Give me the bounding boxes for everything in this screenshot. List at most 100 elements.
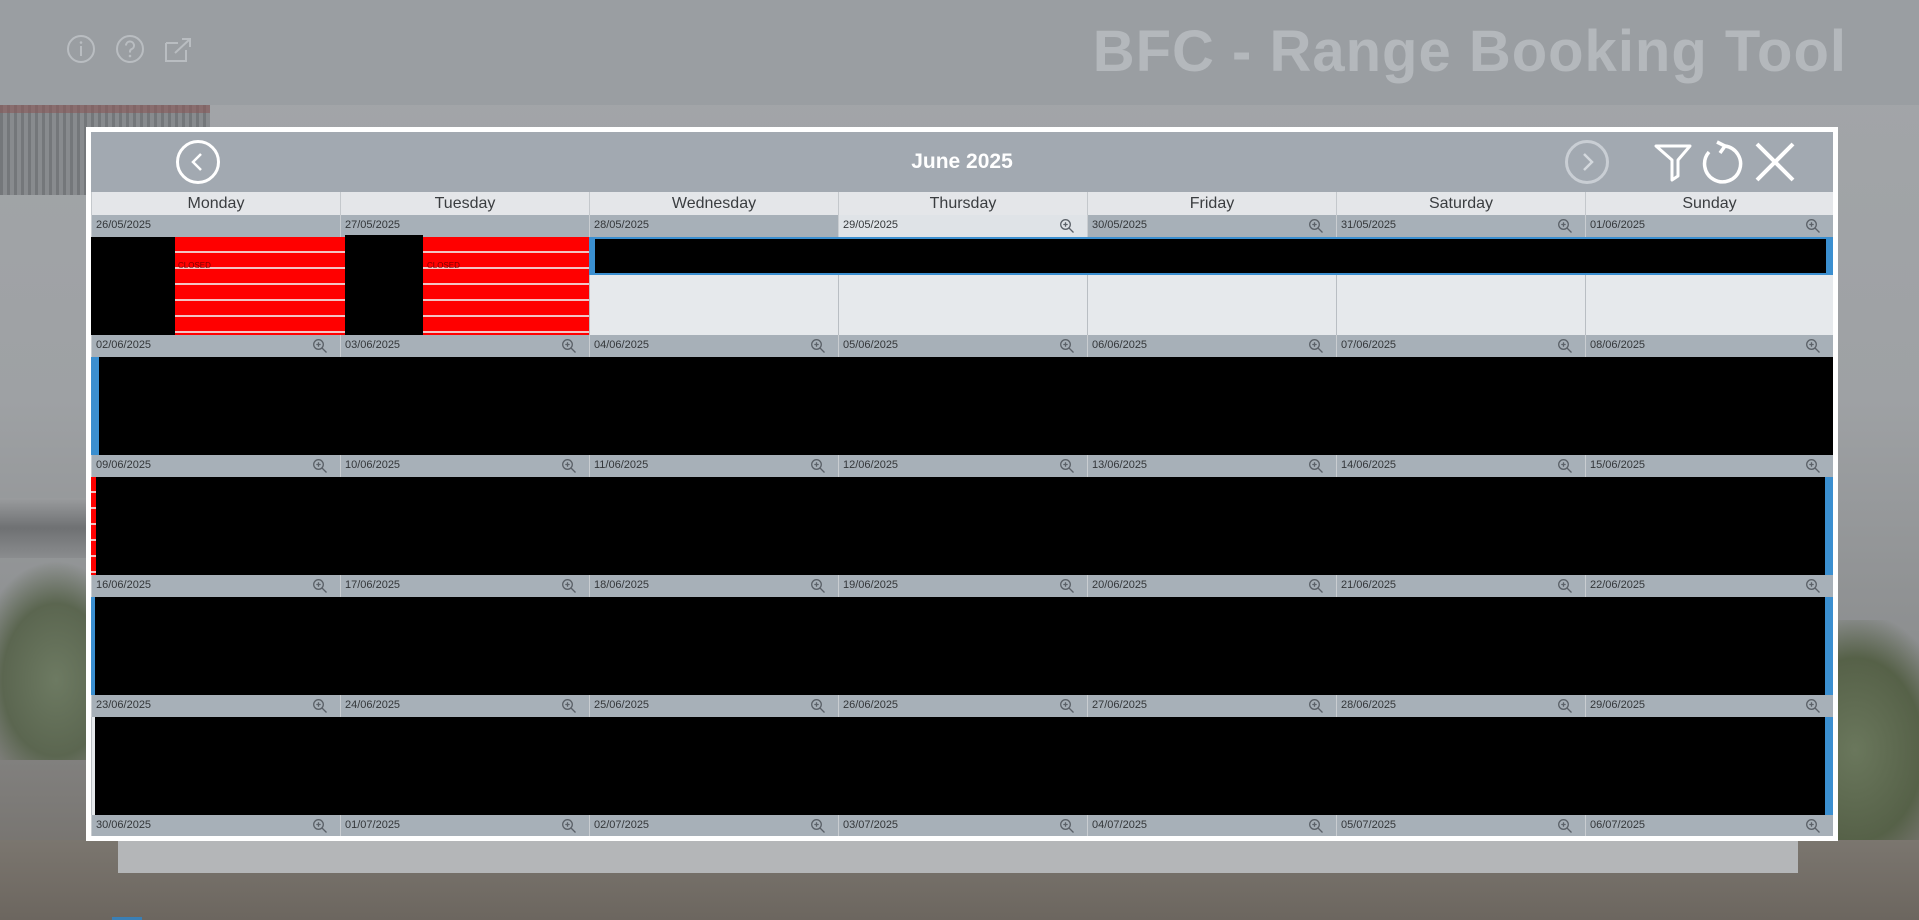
- zoom-in-icon[interactable]: [1308, 698, 1324, 714]
- day-header[interactable]: 03/07/2025: [838, 815, 1087, 836]
- zoom-in-icon[interactable]: [561, 698, 577, 714]
- day-header[interactable]: 09/06/2025: [91, 455, 340, 477]
- zoom-in-icon[interactable]: [1557, 578, 1573, 594]
- zoom-in-icon[interactable]: [1805, 818, 1821, 834]
- external-link-icon[interactable]: [163, 34, 193, 64]
- day-header[interactable]: 05/07/2025: [1336, 815, 1585, 836]
- zoom-in-icon[interactable]: [1557, 458, 1573, 474]
- day-header[interactable]: 26/06/2025: [838, 695, 1087, 717]
- day-header[interactable]: 06/06/2025: [1087, 335, 1336, 357]
- filter-button[interactable]: [1654, 140, 1698, 184]
- day-header[interactable]: 22/06/2025: [1585, 575, 1833, 597]
- help-icon[interactable]: [115, 34, 145, 64]
- day-header[interactable]: 17/06/2025: [340, 575, 589, 597]
- day-header[interactable]: 02/07/2025: [589, 815, 838, 836]
- redacted-booking[interactable]: [95, 717, 1825, 815]
- day-header[interactable]: 16/06/2025: [91, 575, 340, 597]
- zoom-in-icon[interactable]: [810, 698, 826, 714]
- day-header[interactable]: 19/06/2025: [838, 575, 1087, 597]
- zoom-in-icon[interactable]: [1059, 458, 1075, 474]
- day-header[interactable]: 29/05/2025: [838, 215, 1087, 237]
- zoom-in-icon[interactable]: [1059, 578, 1075, 594]
- day-header[interactable]: 07/06/2025: [1336, 335, 1585, 357]
- day-header[interactable]: 04/07/2025: [1087, 815, 1336, 836]
- day-header[interactable]: 31/05/2025: [1336, 215, 1585, 237]
- zoom-in-icon[interactable]: [561, 338, 577, 354]
- redacted-booking[interactable]: [96, 477, 1825, 575]
- day-header[interactable]: 06/07/2025: [1585, 815, 1833, 836]
- zoom-in-icon[interactable]: [561, 578, 577, 594]
- day-header[interactable]: 18/06/2025: [589, 575, 838, 597]
- zoom-in-icon[interactable]: [312, 338, 328, 354]
- zoom-in-icon[interactable]: [1308, 578, 1324, 594]
- redacted-booking[interactable]: [99, 357, 1833, 455]
- zoom-in-icon[interactable]: [312, 698, 328, 714]
- zoom-in-icon[interactable]: [810, 818, 826, 834]
- redacted-booking[interactable]: [91, 237, 175, 335]
- day-header[interactable]: 04/06/2025: [589, 335, 838, 357]
- zoom-in-icon[interactable]: [810, 338, 826, 354]
- day-header[interactable]: 26/05/2025: [91, 215, 340, 237]
- next-month-button[interactable]: [1565, 140, 1609, 184]
- background-guardrail: [0, 498, 95, 558]
- info-icon[interactable]: [66, 34, 96, 64]
- zoom-in-icon[interactable]: [1557, 218, 1573, 234]
- day-date-label: 06/06/2025: [1092, 339, 1148, 351]
- previous-month-button[interactable]: [176, 140, 220, 184]
- day-header[interactable]: 11/06/2025: [589, 455, 838, 477]
- day-header[interactable]: 29/06/2025: [1585, 695, 1833, 717]
- refresh-button[interactable]: [1699, 140, 1743, 184]
- day-header[interactable]: 02/06/2025: [91, 335, 340, 357]
- day-header[interactable]: 12/06/2025: [838, 455, 1087, 477]
- zoom-in-icon[interactable]: [1805, 338, 1821, 354]
- day-header[interactable]: 08/06/2025: [1585, 335, 1833, 357]
- day-header[interactable]: 14/06/2025: [1336, 455, 1585, 477]
- day-header[interactable]: 03/06/2025: [340, 335, 589, 357]
- zoom-in-icon[interactable]: [1059, 218, 1075, 234]
- day-header[interactable]: 28/05/2025: [589, 215, 838, 237]
- day-header[interactable]: 30/05/2025: [1087, 215, 1336, 237]
- day-header[interactable]: 01/06/2025: [1585, 215, 1833, 237]
- day-header[interactable]: 05/06/2025: [838, 335, 1087, 357]
- zoom-in-icon[interactable]: [1059, 338, 1075, 354]
- day-header[interactable]: 30/06/2025: [91, 815, 340, 836]
- zoom-in-icon[interactable]: [561, 818, 577, 834]
- zoom-in-icon[interactable]: [1308, 458, 1324, 474]
- zoom-in-icon[interactable]: [561, 458, 577, 474]
- zoom-in-icon[interactable]: [1059, 698, 1075, 714]
- zoom-in-icon[interactable]: [1308, 218, 1324, 234]
- booking-edge: [1825, 477, 1833, 575]
- zoom-in-icon[interactable]: [1805, 218, 1821, 234]
- zoom-in-icon[interactable]: [1805, 578, 1821, 594]
- redacted-booking[interactable]: [595, 239, 1826, 273]
- day-header[interactable]: 21/06/2025: [1336, 575, 1585, 597]
- day-header[interactable]: 10/06/2025: [340, 455, 589, 477]
- zoom-in-icon[interactable]: [1059, 818, 1075, 834]
- zoom-in-icon[interactable]: [312, 578, 328, 594]
- zoom-in-icon[interactable]: [312, 818, 328, 834]
- day-header[interactable]: 24/06/2025: [340, 695, 589, 717]
- zoom-in-icon[interactable]: [1805, 698, 1821, 714]
- day-header[interactable]: 28/06/2025: [1336, 695, 1585, 717]
- day-header[interactable]: 25/06/2025: [589, 695, 838, 717]
- zoom-in-icon[interactable]: [1308, 338, 1324, 354]
- zoom-in-icon[interactable]: [1805, 458, 1821, 474]
- zoom-in-icon[interactable]: [1557, 698, 1573, 714]
- day-header[interactable]: 27/05/2025: [340, 215, 589, 237]
- close-button[interactable]: [1753, 140, 1797, 184]
- day-header[interactable]: 15/06/2025: [1585, 455, 1833, 477]
- zoom-in-icon[interactable]: [312, 458, 328, 474]
- redacted-booking[interactable]: [345, 235, 423, 335]
- zoom-in-icon[interactable]: [1557, 818, 1573, 834]
- day-header[interactable]: 27/06/2025: [1087, 695, 1336, 717]
- day-header[interactable]: 01/07/2025: [340, 815, 589, 836]
- zoom-in-icon[interactable]: [1308, 818, 1324, 834]
- day-header[interactable]: 23/06/2025: [91, 695, 340, 717]
- zoom-in-icon[interactable]: [1557, 338, 1573, 354]
- chevron-right-icon: [1583, 153, 1594, 171]
- day-header[interactable]: 20/06/2025: [1087, 575, 1336, 597]
- redacted-booking[interactable]: [95, 597, 1825, 695]
- zoom-in-icon[interactable]: [810, 578, 826, 594]
- day-header[interactable]: 13/06/2025: [1087, 455, 1336, 477]
- zoom-in-icon[interactable]: [810, 458, 826, 474]
